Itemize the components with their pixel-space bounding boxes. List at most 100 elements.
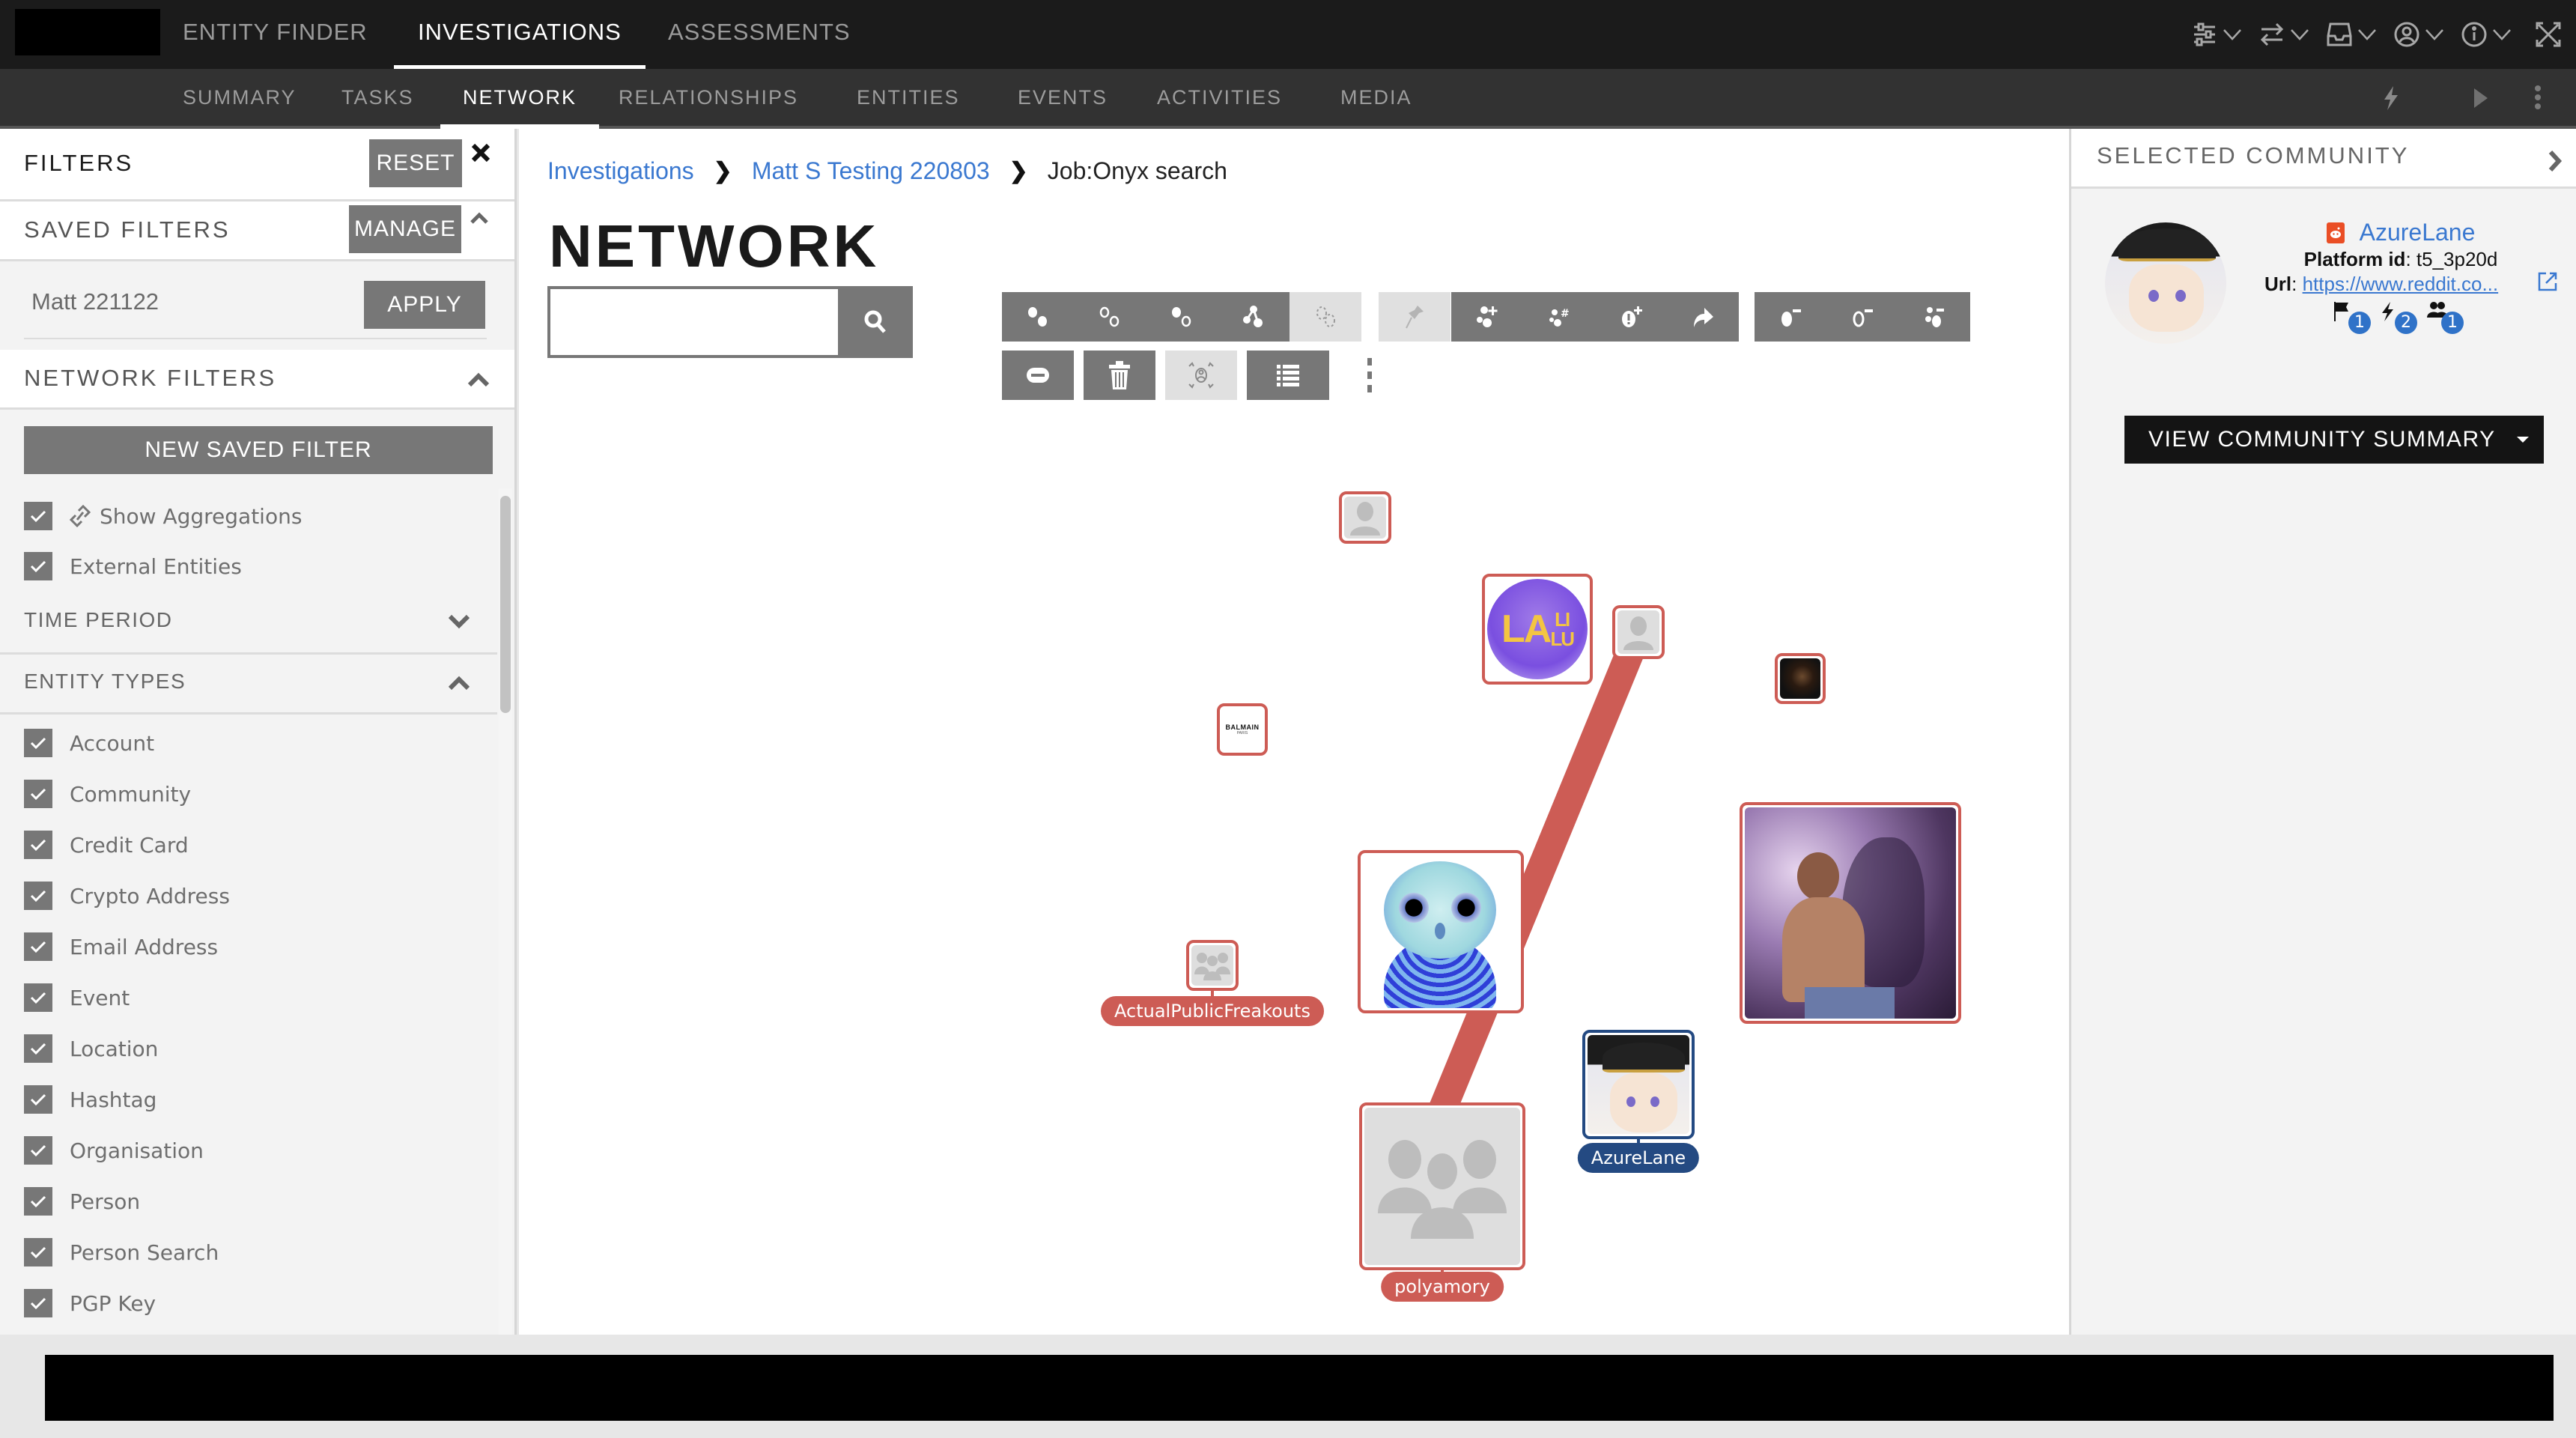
graph-node-community[interactable]: [1359, 1102, 1525, 1270]
caret-down-icon[interactable]: [2517, 437, 2529, 443]
graph-node-person[interactable]: [1612, 605, 1665, 659]
breadcrumb-investigations[interactable]: Investigations: [547, 157, 694, 185]
checkbox[interactable]: [24, 1085, 52, 1114]
checkbox[interactable]: [24, 729, 52, 757]
add-alert-node-button[interactable]: [1595, 292, 1667, 342]
transfer-menu[interactable]: [2258, 21, 2309, 48]
graph-node-photo[interactable]: [1740, 802, 1961, 1024]
community-url-link[interactable]: https://www.reddit.co...: [2303, 273, 2499, 295]
scrollbar-thumb[interactable]: [500, 496, 511, 713]
graph-node-azurelane[interactable]: [1582, 1030, 1695, 1139]
toolbar-more-button[interactable]: [1362, 358, 1377, 392]
expand-add-button[interactable]: [1451, 292, 1523, 342]
checkbox[interactable]: [24, 983, 52, 1012]
checkbox[interactable]: [24, 552, 52, 580]
search-button[interactable]: [838, 286, 913, 358]
user-account-menu[interactable]: [2393, 21, 2444, 48]
pin-button[interactable]: [1379, 292, 1450, 342]
collapse-saved-filters[interactable]: [470, 212, 488, 227]
checkbox[interactable]: [24, 932, 52, 961]
graph-node-community[interactable]: [1186, 940, 1239, 991]
breadcrumb-investigation[interactable]: Matt S Testing 220803: [752, 157, 990, 185]
checkbox-entity-type[interactable]: Crypto Address: [24, 881, 230, 911]
tab-activities[interactable]: ACTIVITIES: [1157, 69, 1282, 126]
checkbox[interactable]: [24, 1187, 52, 1216]
collapse-network-filters[interactable]: [467, 372, 490, 390]
tab-entities[interactable]: ENTITIES: [857, 69, 960, 126]
manage-button[interactable]: MANAGE: [349, 205, 461, 253]
checkbox-entity-type[interactable]: Account: [24, 728, 154, 758]
close-filters-button[interactable]: [470, 142, 491, 166]
checkbox-entity-type[interactable]: Email Address: [24, 932, 218, 962]
chevron-right-icon[interactable]: [2548, 150, 2563, 172]
graph-node-person[interactable]: [1339, 491, 1391, 544]
list-view-button[interactable]: [1247, 351, 1329, 400]
checkbox[interactable]: [24, 502, 52, 530]
share-forward-button[interactable]: [1667, 292, 1739, 342]
tab-tasks[interactable]: TASKS: [341, 69, 414, 126]
tab-summary[interactable]: SUMMARY: [183, 69, 297, 126]
view-community-summary-button[interactable]: VIEW COMMUNITY SUMMARY: [2124, 416, 2544, 464]
settings-sliders-menu[interactable]: [2191, 21, 2242, 48]
tab-events[interactable]: EVENTS: [1018, 69, 1108, 126]
stat-activities[interactable]: 2: [2380, 301, 2420, 334]
play-button[interactable]: [2473, 87, 2489, 112]
tab-assessments[interactable]: ASSESSMENTS: [668, 0, 851, 69]
node-label[interactable]: ActualPublicFreakouts: [1101, 996, 1324, 1026]
checkbox-show-aggregations[interactable]: Show Aggregations: [24, 501, 302, 531]
inbox-menu[interactable]: [2326, 21, 2377, 48]
checkbox[interactable]: [24, 1289, 52, 1317]
external-link-icon[interactable]: [2537, 271, 2558, 292]
info-menu[interactable]: [2461, 21, 2512, 48]
more-vertical-button[interactable]: [2534, 85, 2542, 112]
graph-node-balmain[interactable]: BALMAIN PARIS: [1217, 703, 1268, 756]
hide-button[interactable]: [1002, 351, 1074, 400]
checkbox-entity-type[interactable]: Credit Card: [24, 830, 189, 860]
checkbox-entity-type[interactable]: PGP Key: [24, 1288, 156, 1318]
stat-flags[interactable]: 1: [2333, 301, 2374, 334]
select-connected-button[interactable]: [1218, 292, 1289, 342]
checkbox[interactable]: [24, 1136, 52, 1165]
node-label[interactable]: AzureLane: [1577, 1143, 1700, 1173]
stat-members[interactable]: 1: [2426, 301, 2467, 334]
deselect-nodes-button[interactable]: [1074, 292, 1146, 342]
time-period-header[interactable]: TIME PERIOD: [0, 586, 497, 655]
tab-entity-finder[interactable]: ENTITY FINDER: [183, 0, 368, 69]
checkbox[interactable]: [24, 780, 52, 808]
remove-unselected-button[interactable]: [1826, 292, 1898, 342]
checkbox[interactable]: [24, 831, 52, 859]
fullscreen-button[interactable]: [2536, 22, 2561, 47]
checkbox-entity-type[interactable]: Location: [24, 1034, 158, 1064]
checkbox[interactable]: [24, 1034, 52, 1063]
graph-node-lalilu[interactable]: LA LI LU: [1482, 574, 1593, 685]
invert-selection-button[interactable]: [1146, 292, 1218, 342]
graph-node-owl[interactable]: [1358, 850, 1524, 1013]
expand-hashtag-button[interactable]: #: [1523, 292, 1595, 342]
remove-selected-button[interactable]: [1755, 292, 1826, 342]
checkbox-entity-type[interactable]: Community: [24, 779, 191, 809]
community-name-link[interactable]: AzureLane: [2244, 219, 2558, 246]
checkbox-entity-type[interactable]: Hashtag: [24, 1084, 157, 1114]
center-node-button[interactable]: [1165, 351, 1237, 400]
select-all-nodes-button[interactable]: [1002, 292, 1074, 342]
node-label[interactable]: polyamory: [1381, 1272, 1504, 1302]
lasso-select-button[interactable]: [1289, 292, 1361, 342]
lightning-button[interactable]: [2381, 85, 2401, 114]
checkbox-entity-type[interactable]: Organisation: [24, 1135, 204, 1165]
new-saved-filter-button[interactable]: NEW SAVED FILTER: [24, 426, 493, 474]
reset-button[interactable]: RESET: [369, 139, 462, 187]
saved-filter-name[interactable]: Matt 221122: [31, 288, 159, 315]
checkbox-entity-type[interactable]: Event: [24, 983, 130, 1013]
checkbox-entity-type[interactable]: Person Search: [24, 1237, 219, 1267]
checkbox[interactable]: [24, 882, 52, 910]
checkbox-external-entities[interactable]: External Entities: [24, 551, 242, 581]
remove-group-button[interactable]: [1898, 292, 1970, 342]
apply-button[interactable]: APPLY: [364, 281, 485, 329]
checkbox[interactable]: [24, 1238, 52, 1266]
tab-investigations[interactable]: INVESTIGATIONS: [394, 0, 645, 69]
tab-network[interactable]: NETWORK: [440, 69, 599, 129]
graph-node-horse[interactable]: [1775, 653, 1826, 704]
entity-types-header[interactable]: ENTITY TYPES: [0, 655, 497, 715]
tab-relationships[interactable]: RELATIONSHIPS: [619, 69, 798, 126]
search-input[interactable]: [550, 289, 838, 355]
